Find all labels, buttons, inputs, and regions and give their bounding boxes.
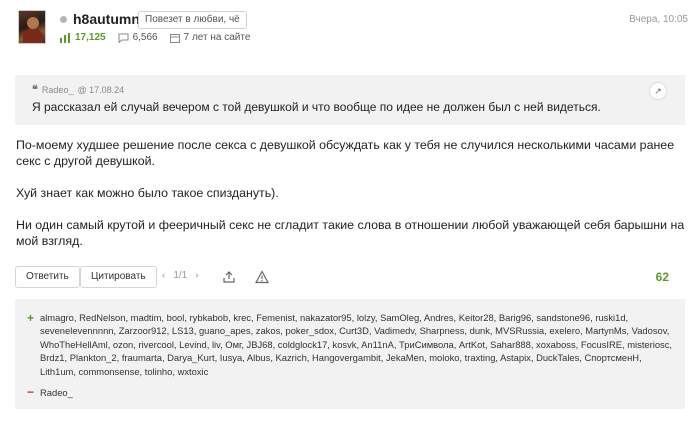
minus-voters-list[interactable]: Radeo_	[40, 387, 73, 398]
quote-block: ❝ Radeo_ @ 17.08.24 Я рассказал ей случа…	[15, 75, 685, 125]
prev-page-icon[interactable]: ‹	[162, 270, 165, 281]
quote-text: Я рассказал ей случай вечером с той деву…	[32, 100, 601, 114]
quote-meta: ❝ Radeo_ @ 17.08.24	[32, 83, 124, 96]
author-name[interactable]: h8autumn	[73, 11, 140, 27]
quote-date[interactable]: @ 17.08.24	[77, 85, 124, 95]
post-time[interactable]: Вчера, 10:05	[629, 14, 688, 25]
status-badge: Повезет в любви, чё	[138, 11, 247, 29]
reply-button[interactable]: Ответить	[15, 266, 80, 288]
post-paragraph: По-моему худшее решение после секса с де…	[16, 138, 675, 168]
online-status-dot	[60, 16, 67, 23]
messages-stat: 6,566	[118, 32, 158, 43]
jump-to-quote-icon[interactable]: ↗	[649, 82, 667, 100]
author-stats: 17,125 6,566 7 лет на сайте	[60, 32, 262, 43]
pager: ‹ 1/1 ›	[158, 270, 203, 281]
share-icon[interactable]	[222, 270, 236, 284]
quote-author[interactable]: Radeo_	[42, 85, 74, 95]
plus-voters-list[interactable]: almagro, RedNelson, madtim, bool, rybkab…	[40, 311, 675, 378]
tenure-text: 7 лет на сайте	[183, 32, 251, 43]
messages-count: 6,566	[132, 32, 158, 43]
quote-button[interactable]: Цитировать	[80, 266, 157, 288]
calendar-icon	[169, 33, 180, 43]
post-body: По-моему худшее решение после секса с де…	[16, 137, 686, 265]
next-page-icon[interactable]: ›	[195, 270, 198, 281]
votes-block: + almagro, RedNelson, madtim, bool, rybk…	[15, 299, 685, 409]
rating-stat: 17,125	[60, 32, 106, 43]
message-icon	[118, 33, 129, 43]
plus-icon: +	[27, 311, 35, 325]
post-paragraph: Хуй знает как можно было такое спизданут…	[16, 186, 279, 200]
post-paragraph: Ни один самый крутой и фееричный секс не…	[16, 218, 685, 248]
page-indicator: 1/1	[173, 270, 188, 281]
post-actions: Ответить Цитировать ‹ 1/1 › 62	[15, 266, 685, 288]
avatar[interactable]	[18, 10, 46, 44]
tenure-stat: 7 лет на сайте	[169, 32, 251, 43]
rating-value: 17,125	[75, 32, 106, 43]
report-warning-icon[interactable]	[255, 270, 269, 284]
quote-mark-icon: ❝	[32, 84, 38, 96]
post-score: 62	[655, 270, 669, 284]
post-header: h8autumn Повезет в любви, чё Вчера, 10:0…	[18, 10, 688, 50]
rating-chart-icon	[60, 32, 70, 43]
minus-icon: −	[27, 385, 35, 399]
